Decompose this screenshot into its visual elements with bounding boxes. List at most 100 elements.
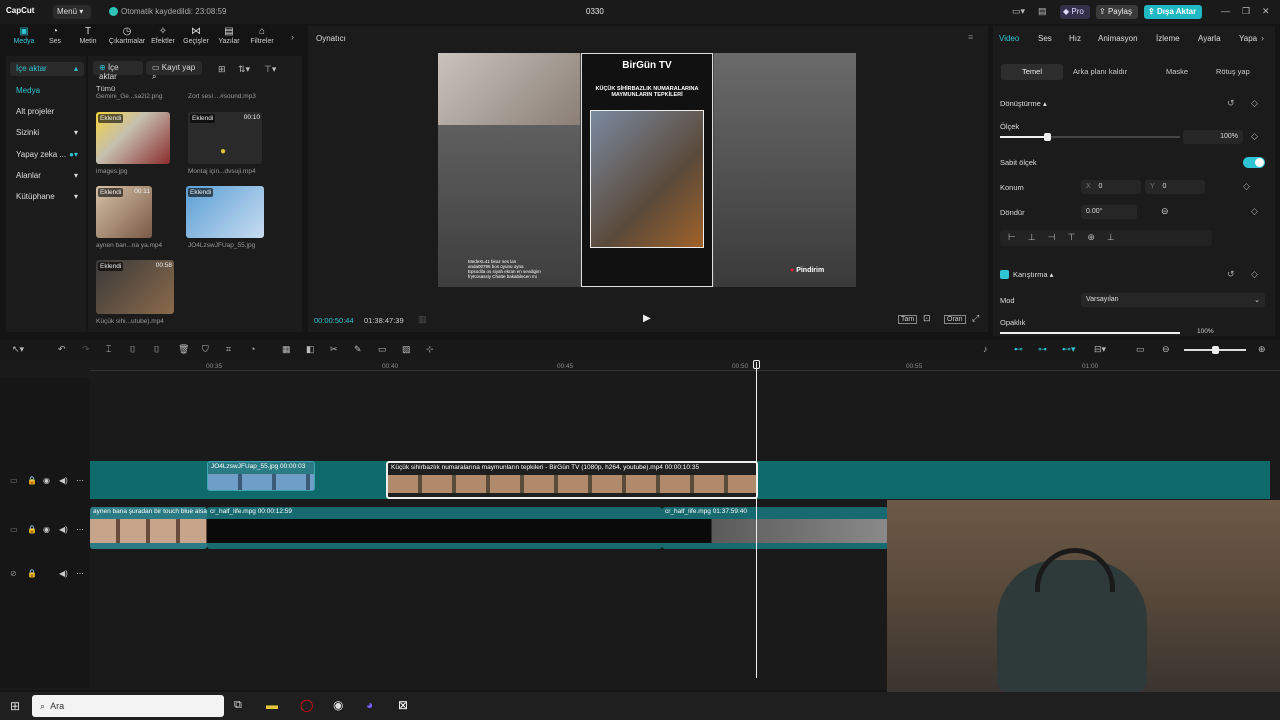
split-left-icon[interactable]: ⌷ <box>130 344 135 355</box>
select-tool-icon[interactable]: ↖▾ <box>12 344 24 355</box>
microphone-icon[interactable]: ♪ <box>983 344 988 354</box>
redo-icon[interactable]: ↷ <box>82 344 90 355</box>
tool-transitions[interactable]: ⋈ Geçişler <box>178 26 214 45</box>
ratio-button[interactable]: Oran <box>944 315 966 324</box>
timeline-clip-selected[interactable]: Küçük sihirbazlık numaralarına maymunlar… <box>386 461 758 499</box>
zoom-in-icon[interactable]: ⊕ <box>1258 344 1266 355</box>
subtab-retouch[interactable]: Rötuş yap <box>1210 64 1256 80</box>
timeline-clip[interactable]: aynen bana şuradan bir touch blue alsa <box>90 507 207 549</box>
playhead[interactable] <box>756 362 757 678</box>
eye-icon[interactable]: ◉ <box>43 525 50 534</box>
close-icon[interactable]: ✕ <box>1262 6 1270 17</box>
reset-icon[interactable]: ↺ <box>1227 98 1235 109</box>
keyframe-icon[interactable]: ◇ <box>1251 131 1258 142</box>
split-icon[interactable]: ⌶ <box>106 344 111 355</box>
eye-icon[interactable]: ◉ <box>43 476 50 485</box>
uniform-scale-toggle[interactable] <box>1243 157 1265 168</box>
subtab-basic[interactable]: Temel <box>1001 64 1063 80</box>
fit-icon[interactable]: ▭ <box>1136 344 1145 355</box>
opera-icon[interactable]: ◯ <box>300 698 313 712</box>
zoom-out-icon[interactable]: ⊖ <box>1162 344 1170 355</box>
delete-icon[interactable]: 🗑 <box>178 344 189 355</box>
media-thumbnail[interactable]: Eklendi 00:11 <box>96 186 152 238</box>
sidebar-item-media[interactable]: Medya <box>10 84 84 98</box>
subtab-mask[interactable]: Maske <box>1160 64 1194 80</box>
mirror-icon[interactable]: ◧ <box>306 344 315 355</box>
discord-icon[interactable]: ◕ <box>366 698 373 712</box>
minimize-icon[interactable]: — <box>1221 6 1230 16</box>
rotate-input[interactable]: 0.00° <box>1081 205 1137 219</box>
speed-icon[interactable]: ◔ <box>250 344 255 354</box>
keyframe-icon[interactable]: ◇ <box>1243 181 1250 192</box>
magic-icon[interactable]: ✎ <box>354 344 362 355</box>
tab-video[interactable]: Video <box>999 34 1019 43</box>
menu-button[interactable]: Menü ▾ <box>53 5 91 19</box>
lock-icon[interactable]: 🔒 <box>27 525 37 534</box>
align-toolbar[interactable]: ⊢⊥⊣⊤⊕⊥ <box>1000 230 1212 246</box>
keyframe-icon[interactable]: ◇ <box>1251 206 1258 217</box>
waveform-icon[interactable]: ▥ <box>418 314 427 325</box>
full-quality-button[interactable]: Tam <box>898 315 918 324</box>
zoom-slider-knob[interactable] <box>1212 346 1219 354</box>
tool-effects[interactable]: ✧ Efektler <box>145 26 181 45</box>
caption-icon[interactable]: ▭ <box>378 344 387 355</box>
sidebar-item-import[interactable]: İçe aktar ▴ <box>10 62 84 76</box>
snap-icon[interactable]: ⊷▾ <box>1062 344 1076 355</box>
grid-view-icon[interactable]: ⊞ <box>218 64 226 75</box>
crop-icon[interactable]: ⊡ <box>923 313 931 324</box>
export-button[interactable]: ⇪ Dışa Aktar <box>1144 5 1202 19</box>
sidebar-item-yours[interactable]: Sizinki ▾ <box>10 126 84 140</box>
freeze-icon[interactable]: ▦ <box>282 344 291 355</box>
app-icon[interactable]: ◉ <box>333 698 343 712</box>
chevron-right-icon[interactable]: › <box>1261 33 1264 43</box>
maximize-icon[interactable]: ❐ <box>1242 6 1250 17</box>
sidebar-item-subprojects[interactable]: Alt projeler <box>10 105 84 119</box>
crop-icon[interactable]: ⌗ <box>226 344 231 355</box>
filter-icon[interactable]: ⊤▾ <box>264 64 276 75</box>
record-button[interactable]: ▭ Kayıt yap ⌕ <box>146 61 202 81</box>
volume-icon[interactable]: ◀) <box>59 476 68 485</box>
preview-icon[interactable]: ⊟▾ <box>1094 344 1106 355</box>
sidebar-item-library[interactable]: Kütüphane ▾ <box>10 190 84 204</box>
media-thumbnail[interactable]: Eklendi 00:58 <box>96 260 174 314</box>
position-x-input[interactable]: X 0 <box>1081 180 1141 194</box>
import-button[interactable]: ⊕ İçe aktar <box>93 61 143 81</box>
cutout-icon[interactable]: ✂ <box>330 344 338 355</box>
reset-icon[interactable]: ↺ <box>1227 269 1235 280</box>
scale-input[interactable]: 100% <box>1183 130 1243 144</box>
sort-icon[interactable]: ⇅▾ <box>238 64 250 75</box>
volume-icon[interactable]: ◀) <box>59 569 68 578</box>
pro-button[interactable]: ◆ Pro <box>1060 5 1090 19</box>
stabilize-icon[interactable]: ⊹ <box>426 344 434 355</box>
blend-checkbox[interactable] <box>1000 270 1009 279</box>
chevron-right-icon[interactable]: › <box>291 32 294 42</box>
playhead-handle[interactable] <box>753 360 760 369</box>
tab-animation[interactable]: Animasyon <box>1098 34 1138 43</box>
lock-icon[interactable]: 🔒 <box>27 476 37 485</box>
timeline-clip[interactable]: cr_half_life.mpg 01:37:59:40 <box>662 507 888 549</box>
shield-icon[interactable]: ⛉ <box>202 344 209 355</box>
zoom-slider[interactable] <box>1184 346 1246 354</box>
rotate-dial-icon[interactable]: ⊝ <box>1161 206 1169 217</box>
tool-captions[interactable]: ▤ Yazılar <box>211 26 247 45</box>
tab-audio[interactable]: Ses <box>1038 34 1052 43</box>
tool-filters[interactable]: ⌂ Filtreler <box>244 26 280 45</box>
undo-icon[interactable]: ↶ <box>58 344 66 355</box>
volume-icon[interactable]: ◀) <box>59 525 68 534</box>
more-icon[interactable]: ⋯ <box>76 476 84 485</box>
taskbar-search[interactable]: ⌕ Ara <box>32 695 224 717</box>
layout-icon[interactable]: ▭▾ <box>1012 6 1025 17</box>
tool-stickers[interactable]: ◷ Çıkartmalar <box>107 26 147 45</box>
sidebar-item-ai[interactable]: Yapay zeka ... ●▾ <box>10 148 84 162</box>
sidebar-item-spaces[interactable]: Alanlar ▾ <box>10 169 84 183</box>
media-thumbnail[interactable]: Eklendi <box>96 112 170 164</box>
video-preview[interactable]: BirGün TV KÜÇÜK SİHİRBAZLIK NUMARALARINA… <box>438 53 856 287</box>
file-explorer-icon[interactable]: ▬ <box>266 698 278 712</box>
timeline-clip[interactable]: JO4LzswJFUap_55.jpg 00:00:03 <box>207 461 315 491</box>
windows-start-icon[interactable]: ⊞ <box>10 699 20 713</box>
task-view-icon[interactable]: ⧉ <box>234 699 242 712</box>
tab-tracking[interactable]: İzleme <box>1156 34 1180 43</box>
keyframe-icon[interactable]: ◇ <box>1251 269 1258 280</box>
shortcut-icon[interactable]: ▤ <box>1038 6 1047 17</box>
menu-icon[interactable]: ≡ <box>968 32 973 42</box>
